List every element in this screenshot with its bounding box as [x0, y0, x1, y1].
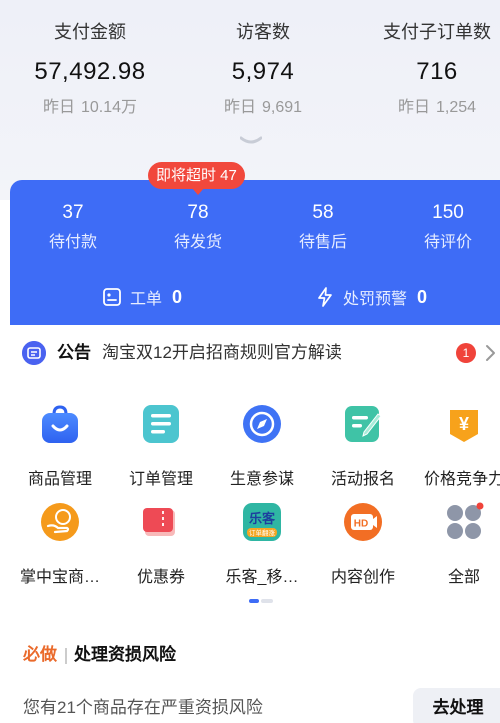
announcement-title: 公告 [57, 343, 91, 362]
page-indicator [249, 599, 273, 603]
stats-row: 支付金额 57,492.98 昨日 10.14万 访客数 5,974 昨日 9,69… [0, 18, 500, 128]
svg-text:乐客: 乐客 [249, 511, 276, 527]
chevron-right-icon[interactable] [484, 344, 496, 362]
coupon-icon [143, 508, 175, 536]
grid-label: 内容创作 [330, 569, 395, 586]
order-count: 150 [432, 202, 464, 223]
stat-yesterday: 昨日 10.14万 [42, 99, 138, 116]
order-pending-payment[interactable]: 37 待付款 [18, 200, 128, 254]
chevron-down-icon[interactable] [240, 136, 262, 148]
tools-grid: 商品管理 订单管理 生意参谋 活动报名 ¥ 价格竞争力 掌中宝商… 优惠券 乐客… [0, 390, 500, 590]
order-count: 58 [312, 202, 334, 223]
order-label: 待发货 [173, 234, 222, 251]
stat-label: 访客数 [236, 22, 290, 42]
grid-label: 优惠券 [136, 569, 185, 586]
stat-payment-amount[interactable]: 支付金额 57,492.98 昨日 10.14万 [5, 18, 175, 120]
tool-label: 工单 [130, 291, 163, 308]
announcement-text[interactable]: 淘宝双12开启招商规则官方解读 [102, 341, 342, 365]
order-after-sales[interactable]: 58 待售后 [268, 200, 378, 254]
must-do-description: 您有21个商品存在严重资损风险 [23, 698, 263, 717]
grid-label: 乐客_移… [225, 569, 299, 586]
timeout-badge[interactable]: 即将超时 47 [148, 162, 245, 195]
ticket-icon [103, 288, 121, 306]
order-count: 78 [187, 202, 209, 223]
grid-label: 订单管理 [128, 471, 193, 488]
tool-label: 处罚预警 [343, 291, 408, 308]
tool-count: 0 [417, 286, 428, 307]
stat-value: 57,492.98 [34, 58, 146, 85]
announcement-count-badge: 1 [456, 343, 476, 363]
stat-value: 716 [416, 58, 458, 85]
shopping-bag-icon [42, 405, 78, 443]
leke-icon: 乐客 订单翻涨 [243, 503, 281, 541]
stat-label: 支付子订单数 [383, 22, 491, 42]
work-order-button[interactable]: 工单 0 [102, 284, 182, 310]
grid-label: 商品管理 [27, 471, 92, 488]
penalty-warning-button[interactable]: 处罚预警 0 [315, 284, 427, 310]
stat-yesterday: 昨日 1,254 [397, 99, 477, 116]
lightning-icon [318, 287, 332, 307]
must-do-title: 处理资损风险 [74, 645, 176, 664]
stat-yesterday: 昨日 9,691 [223, 99, 303, 116]
hand-coin-icon [41, 503, 79, 541]
handle-button[interactable]: 去处理 [413, 688, 500, 723]
price-icon: ¥ [450, 410, 478, 442]
order-pending-shipment[interactable]: 78 待发货 [143, 200, 253, 254]
order-pending-review[interactable]: 150 待评价 [393, 200, 500, 254]
divider [65, 648, 67, 664]
announcement-icon [22, 341, 46, 365]
announcement-bar[interactable]: 公告 淘宝双12开启招商规则官方解读 1 [0, 325, 500, 383]
signup-icon [345, 406, 382, 442]
order-label: 待评价 [423, 234, 472, 251]
stat-visitors[interactable]: 访客数 5,974 昨日 9,691 [178, 18, 348, 120]
grid-label: 全部 [447, 569, 480, 586]
svg-text:订单翻涨: 订单翻涨 [249, 528, 276, 537]
grid-label: 掌中宝商… [19, 569, 100, 586]
order-count: 37 [62, 202, 84, 223]
svg-text:HD: HD [354, 519, 368, 530]
must-do-tag: 必做 [23, 645, 57, 664]
hd-video-icon: HD [344, 503, 382, 541]
stat-label: 支付金额 [54, 22, 126, 42]
order-list-icon [143, 405, 179, 443]
svg-text:¥: ¥ [459, 414, 469, 434]
grid-label: 生意参谋 [229, 471, 294, 488]
order-label: 待售后 [298, 234, 347, 251]
compass-icon [243, 405, 281, 443]
stat-value: 5,974 [231, 58, 295, 85]
grid-label: 活动报名 [330, 471, 395, 488]
must-do-section: 必做 处理资损风险 您有21个商品存在严重资损风险 去处理 [0, 620, 500, 723]
tool-count: 0 [172, 286, 183, 307]
stat-sub-orders[interactable]: 支付子订单数 716 昨日 1,254 [352, 18, 500, 120]
order-label: 待付款 [48, 234, 97, 251]
grid-label: 价格竞争力 [423, 471, 500, 488]
all-apps-icon [447, 502, 484, 539]
